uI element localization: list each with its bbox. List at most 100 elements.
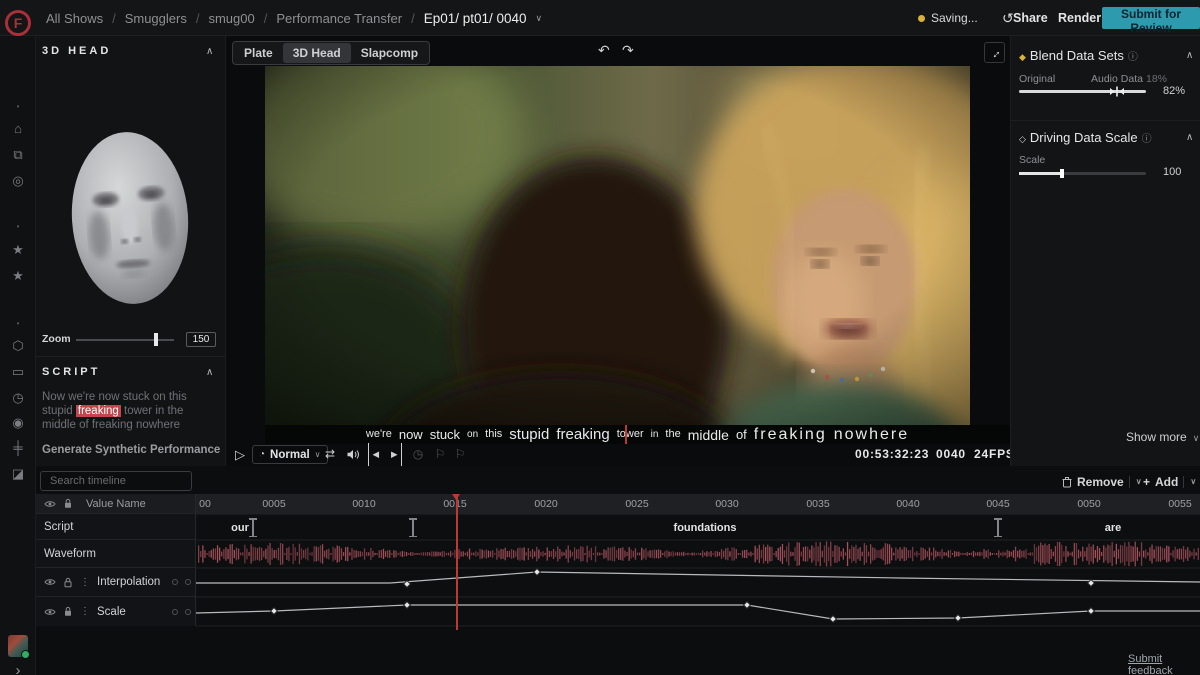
- blend-collapse-chevron-icon[interactable]: ∧: [1186, 50, 1193, 61]
- track-option-dot[interactable]: [185, 579, 191, 585]
- tab-plate[interactable]: Plate: [234, 43, 283, 63]
- track-option-dot[interactable]: [172, 579, 178, 585]
- record-target-icon[interactable]: ◎: [0, 174, 36, 188]
- breadcrumb-item[interactable]: Smugglers: [125, 11, 187, 26]
- generate-synthetic-performance-button[interactable]: Generate Synthetic Performance: [42, 444, 220, 456]
- subtitle-word[interactable]: in: [651, 430, 659, 440]
- subtitle-word[interactable]: freaking: [556, 427, 609, 442]
- keyframe-diamond[interactable]: [534, 569, 541, 576]
- tab-3d-head[interactable]: 3D Head: [283, 43, 351, 63]
- eye-icon[interactable]: [44, 608, 56, 616]
- bookmark-share-icon[interactable]: ⧉: [0, 148, 36, 162]
- keyframe-diamond[interactable]: [955, 615, 962, 622]
- subtitle-word[interactable]: tower: [617, 429, 644, 440]
- home-icon[interactable]: ⌂: [0, 122, 36, 136]
- driving-collapse-chevron-icon[interactable]: ∧: [1186, 132, 1193, 143]
- blend-slider[interactable]: [1019, 90, 1146, 93]
- head-collapse-chevron-icon[interactable]: ∧: [206, 46, 213, 57]
- subtitle-word[interactable]: middle: [688, 428, 729, 442]
- undo-icon[interactable]: ↶: [598, 42, 610, 59]
- breadcrumb-item[interactable]: All Shows: [46, 11, 103, 26]
- fullscreen-button[interactable]: ↔: [984, 42, 1005, 63]
- drag-handle-icon[interactable]: ⋮: [80, 577, 90, 588]
- app-logo-icon[interactable]: F: [5, 10, 31, 36]
- user-avatar[interactable]: [8, 635, 28, 657]
- lock-icon[interactable]: [63, 606, 73, 617]
- volume-button[interactable]: [344, 443, 362, 466]
- show-more-button[interactable]: Show more∨: [1126, 430, 1199, 444]
- track-option-dot[interactable]: [172, 609, 178, 615]
- crop-tool-icon[interactable]: ◪: [0, 467, 36, 481]
- breadcrumb-item[interactable]: smug00: [208, 11, 254, 26]
- subtitle-word[interactable]: freaking: [754, 427, 827, 443]
- subtitle-word[interactable]: on: [467, 430, 478, 440]
- breadcrumb-current[interactable]: Ep01/ pt01/ 0040: [424, 11, 527, 26]
- blend-slider-handle[interactable]: [1109, 84, 1125, 95]
- driving-scale-slider[interactable]: [1019, 172, 1146, 175]
- folder-icon[interactable]: ▭: [0, 365, 36, 379]
- video-frame[interactable]: [265, 66, 970, 425]
- submit-feedback-link[interactable]: Submit feedback: [1128, 653, 1200, 675]
- zoom-slider-handle[interactable]: [154, 333, 158, 346]
- info-icon[interactable]: ⓘ: [1128, 52, 1138, 63]
- keyframe-diamond[interactable]: [1088, 608, 1095, 615]
- script-collapse-chevron-icon[interactable]: ∧: [206, 367, 213, 378]
- track-row-script[interactable]: Script: [36, 514, 195, 540]
- sliders-icon[interactable]: ╪: [0, 441, 36, 455]
- subtitle-word[interactable]: stupid: [509, 427, 549, 442]
- add-button[interactable]: + Add ∨: [1143, 472, 1196, 491]
- package-icon[interactable]: ⬡: [0, 339, 36, 353]
- lock-icon[interactable]: [63, 498, 73, 509]
- prev-frame-button[interactable]: ◀: [368, 443, 381, 466]
- keyframe-diamond[interactable]: [271, 608, 278, 615]
- playback-speed-dropdown[interactable]: ◔ Normal ∨: [252, 445, 328, 464]
- eye-icon[interactable]: [44, 578, 56, 586]
- zoom-value-field[interactable]: 150: [186, 332, 216, 347]
- info-icon[interactable]: ⓘ: [1142, 134, 1152, 145]
- star-icon[interactable]: ★: [0, 243, 36, 257]
- drag-handle-icon[interactable]: ⋮: [80, 606, 90, 617]
- track-row-interpolation[interactable]: ⋮ Interpolation: [36, 568, 195, 597]
- redo-icon[interactable]: ↷: [622, 42, 634, 59]
- track-row-scale[interactable]: ⋮ Scale: [36, 597, 195, 626]
- breadcrumb-item[interactable]: Performance Transfer: [276, 11, 402, 26]
- subtitle-word[interactable]: now: [399, 428, 423, 441]
- star-icon[interactable]: ★: [0, 269, 36, 283]
- subtitle-playhead[interactable]: [625, 425, 627, 444]
- zoom-slider[interactable]: [76, 339, 174, 341]
- keyframe-diamond[interactable]: [830, 616, 837, 623]
- timeline-playhead[interactable]: [456, 494, 458, 630]
- subtitle-word[interactable]: stuck: [430, 428, 460, 441]
- timeline-search[interactable]: [40, 471, 192, 491]
- history-icon[interactable]: ↺: [1002, 0, 1014, 36]
- search-input[interactable]: [50, 475, 192, 487]
- render-button[interactable]: Render: [1058, 0, 1101, 36]
- subtitle-word[interactable]: this: [485, 429, 502, 440]
- remove-button[interactable]: Remove ∨: [1062, 472, 1142, 491]
- submit-for-review-button[interactable]: Submit for Review: [1102, 7, 1200, 29]
- mark-in-button[interactable]: ⚐: [432, 443, 448, 466]
- play-button[interactable]: ▷: [232, 443, 248, 466]
- rail-expand-chevron-icon[interactable]: ›: [0, 662, 36, 675]
- keyframe-diamond[interactable]: [744, 602, 751, 609]
- subtitle-word[interactable]: of: [736, 428, 747, 441]
- driving-slider-handle[interactable]: [1060, 169, 1064, 178]
- head-model-viewport[interactable]: [50, 98, 212, 346]
- face-tracking-icon[interactable]: ◉: [0, 416, 36, 430]
- track-row-waveform[interactable]: Waveform: [36, 540, 195, 568]
- history-clock-icon[interactable]: ◷: [0, 391, 36, 405]
- loop-button[interactable]: ⇄: [322, 443, 338, 466]
- next-frame-button[interactable]: ▶: [389, 443, 402, 466]
- lock-icon[interactable]: [63, 577, 73, 588]
- eye-icon[interactable]: [44, 500, 56, 508]
- mark-out-button[interactable]: ⚐: [452, 443, 468, 466]
- subtitle-word[interactable]: we're: [366, 429, 392, 440]
- subtitle-word[interactable]: the: [665, 429, 680, 440]
- share-button[interactable]: Share: [1013, 0, 1048, 36]
- subtitle-word[interactable]: nowhere: [834, 427, 909, 443]
- tab-slapcomp[interactable]: Slapcomp: [351, 43, 428, 63]
- keyframe-diamond[interactable]: [404, 602, 411, 609]
- timer-button[interactable]: ◷: [410, 443, 426, 466]
- track-option-dot[interactable]: [185, 609, 191, 615]
- script-highlight-word[interactable]: freaking: [76, 405, 121, 417]
